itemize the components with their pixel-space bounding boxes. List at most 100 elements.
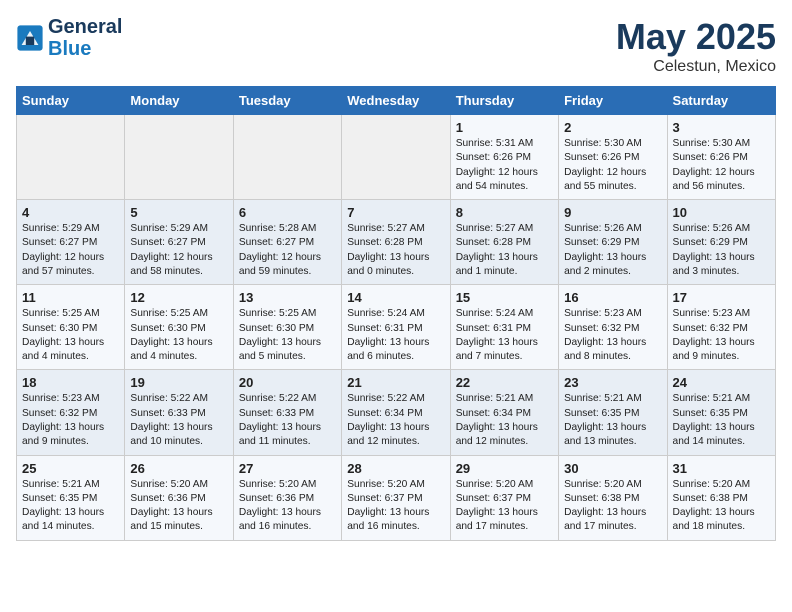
weekday-header-tuesday: Tuesday [233,87,341,115]
day-number: 13 [239,290,336,305]
calendar-week-row: 4 Sunrise: 5:29 AM Sunset: 6:27 PM Daylig… [17,200,776,285]
calendar-cell: 16 Sunrise: 5:23 AM Sunset: 6:32 PM Dayli… [559,285,667,370]
day-info: Sunrise: 5:21 AM Sunset: 6:35 PM Dayligh… [22,478,119,535]
weekday-header-row: SundayMondayTuesdayWednesdayThursdayFrid… [17,87,776,115]
day-info: Sunrise: 5:22 AM Sunset: 6:33 PM Dayligh… [130,392,227,449]
calendar-cell: 27 Sunrise: 5:20 AM Sunset: 6:36 PM Dayli… [233,455,341,540]
calendar-table: SundayMondayTuesdayWednesdayThursdayFrid… [16,86,776,541]
day-info: Sunrise: 5:20 AM Sunset: 6:37 PM Dayligh… [456,478,553,535]
day-info: Sunrise: 5:25 AM Sunset: 6:30 PM Dayligh… [239,307,336,364]
day-info: Sunrise: 5:25 AM Sunset: 6:30 PM Dayligh… [130,307,227,364]
calendar-cell: 21 Sunrise: 5:22 AM Sunset: 6:34 PM Dayli… [342,370,450,455]
calendar-week-row: 25 Sunrise: 5:21 AM Sunset: 6:35 PM Dayli… [17,455,776,540]
calendar-cell [233,115,341,200]
day-info: Sunrise: 5:29 AM Sunset: 6:27 PM Dayligh… [130,222,227,279]
calendar-cell: 25 Sunrise: 5:21 AM Sunset: 6:35 PM Dayli… [17,455,125,540]
day-number: 16 [564,290,661,305]
calendar-cell: 15Sunrise: 5:24 AM Sunset: 6:31 PM Dayli… [450,285,558,370]
weekday-header-sunday: Sunday [17,87,125,115]
day-number: 26 [130,461,227,476]
day-number: 2 [564,120,661,135]
day-number: 15 [456,290,553,305]
day-number: 18 [22,375,119,390]
day-info: Sunrise: 5:23 AM Sunset: 6:32 PM Dayligh… [564,307,661,364]
day-number: 5 [130,205,227,220]
calendar-cell: 11Sunrise: 5:25 AM Sunset: 6:30 PM Dayli… [17,285,125,370]
day-info: Sunrise: 5:21 AM Sunset: 6:35 PM Dayligh… [673,392,770,449]
calendar-week-row: 11Sunrise: 5:25 AM Sunset: 6:30 PM Dayli… [17,285,776,370]
day-number: 10 [673,205,770,220]
day-info: Sunrise: 5:28 AM Sunset: 6:27 PM Dayligh… [239,222,336,279]
day-number: 17 [673,290,770,305]
day-number: 31 [673,461,770,476]
day-info: Sunrise: 5:25 AM Sunset: 6:30 PM Dayligh… [22,307,119,364]
day-number: 29 [456,461,553,476]
calendar-cell: 7 Sunrise: 5:27 AM Sunset: 6:28 PM Daylig… [342,200,450,285]
day-info: Sunrise: 5:20 AM Sunset: 6:38 PM Dayligh… [564,478,661,535]
logo: General Blue [16,16,122,60]
weekday-header-wednesday: Wednesday [342,87,450,115]
calendar-cell: 29 Sunrise: 5:20 AM Sunset: 6:37 PM Dayli… [450,455,558,540]
logo-icon [16,24,44,52]
day-info: Sunrise: 5:23 AM Sunset: 6:32 PM Dayligh… [673,307,770,364]
day-number: 8 [456,205,553,220]
day-info: Sunrise: 5:23 AM Sunset: 6:32 PM Dayligh… [22,392,119,449]
day-info: Sunrise: 5:21 AM Sunset: 6:34 PM Dayligh… [456,392,553,449]
day-number: 27 [239,461,336,476]
day-number: 12 [130,290,227,305]
logo-line1: General [48,16,122,38]
day-info: Sunrise: 5:20 AM Sunset: 6:36 PM Dayligh… [130,478,227,535]
calendar-cell: 30 Sunrise: 5:20 AM Sunset: 6:38 PM Dayli… [559,455,667,540]
calendar-cell: 8 Sunrise: 5:27 AM Sunset: 6:28 PM Daylig… [450,200,558,285]
day-info: Sunrise: 5:31 AM Sunset: 6:26 PM Dayligh… [456,137,553,194]
calendar-cell: 18 Sunrise: 5:23 AM Sunset: 6:32 PM Dayli… [17,370,125,455]
day-info: Sunrise: 5:27 AM Sunset: 6:28 PM Dayligh… [347,222,444,279]
calendar-cell: 4Sunrise: 5:29 AM Sunset: 6:27 PM Daylig… [17,200,125,285]
calendar-cell [342,115,450,200]
day-number: 4 [22,205,119,220]
day-number: 1 [456,120,553,135]
day-number: 7 [347,205,444,220]
day-info: Sunrise: 5:27 AM Sunset: 6:28 PM Dayligh… [456,222,553,279]
day-number: 3 [673,120,770,135]
calendar-cell [17,115,125,200]
calendar-cell [125,115,233,200]
calendar-cell: 24 Sunrise: 5:21 AM Sunset: 6:35 PM Dayli… [667,370,775,455]
calendar-cell: 28 Sunrise: 5:20 AM Sunset: 6:37 PM Dayli… [342,455,450,540]
calendar-cell: 6 Sunrise: 5:28 AM Sunset: 6:27 PM Daylig… [233,200,341,285]
calendar-cell: 19Sunrise: 5:22 AM Sunset: 6:33 PM Dayli… [125,370,233,455]
calendar-cell: 20Sunrise: 5:22 AM Sunset: 6:33 PM Dayli… [233,370,341,455]
calendar-cell: 12 Sunrise: 5:25 AM Sunset: 6:30 PM Dayli… [125,285,233,370]
calendar-cell: 26 Sunrise: 5:20 AM Sunset: 6:36 PM Dayli… [125,455,233,540]
weekday-header-saturday: Saturday [667,87,775,115]
calendar-subtitle: Celestun, Mexico [616,58,776,76]
calendar-cell: 1 Sunrise: 5:31 AM Sunset: 6:26 PM Daylig… [450,115,558,200]
day-number: 6 [239,205,336,220]
day-info: Sunrise: 5:26 AM Sunset: 6:29 PM Dayligh… [673,222,770,279]
day-info: Sunrise: 5:22 AM Sunset: 6:33 PM Dayligh… [239,392,336,449]
day-info: Sunrise: 5:20 AM Sunset: 6:36 PM Dayligh… [239,478,336,535]
calendar-cell: 13 Sunrise: 5:25 AM Sunset: 6:30 PM Dayli… [233,285,341,370]
day-number: 25 [22,461,119,476]
calendar-cell: 31 Sunrise: 5:20 AM Sunset: 6:38 PM Dayli… [667,455,775,540]
weekday-header-thursday: Thursday [450,87,558,115]
calendar-cell: 5 Sunrise: 5:29 AM Sunset: 6:27 PM Daylig… [125,200,233,285]
day-info: Sunrise: 5:20 AM Sunset: 6:38 PM Dayligh… [673,478,770,535]
header: General Blue May 2025 Celestun, Mexico [16,16,776,76]
day-number: 9 [564,205,661,220]
day-number: 21 [347,375,444,390]
logo-line2: Blue [48,38,122,60]
day-info: Sunrise: 5:21 AM Sunset: 6:35 PM Dayligh… [564,392,661,449]
calendar-cell: 3Sunrise: 5:30 AM Sunset: 6:26 PM Daylig… [667,115,775,200]
day-number: 24 [673,375,770,390]
day-number: 28 [347,461,444,476]
calendar-cell: 2 Sunrise: 5:30 AM Sunset: 6:26 PM Daylig… [559,115,667,200]
day-number: 30 [564,461,661,476]
day-info: Sunrise: 5:22 AM Sunset: 6:34 PM Dayligh… [347,392,444,449]
day-info: Sunrise: 5:26 AM Sunset: 6:29 PM Dayligh… [564,222,661,279]
day-number: 23 [564,375,661,390]
calendar-week-row: 18 Sunrise: 5:23 AM Sunset: 6:32 PM Dayli… [17,370,776,455]
calendar-cell: 10 Sunrise: 5:26 AM Sunset: 6:29 PM Dayli… [667,200,775,285]
day-info: Sunrise: 5:20 AM Sunset: 6:37 PM Dayligh… [347,478,444,535]
day-info: Sunrise: 5:30 AM Sunset: 6:26 PM Dayligh… [564,137,661,194]
